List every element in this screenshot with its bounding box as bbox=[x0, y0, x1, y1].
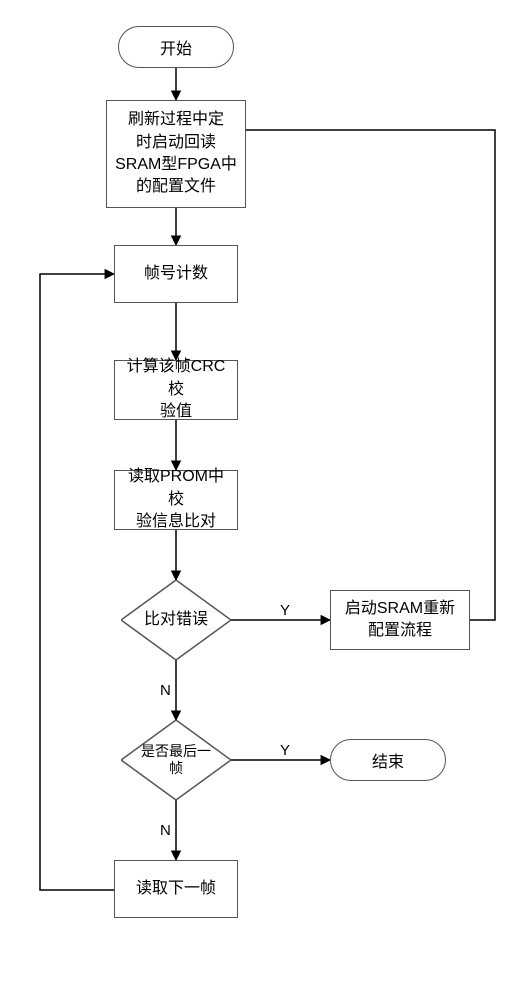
decision-compare-error: 比对错误 bbox=[121, 580, 231, 660]
process-prom-compare-label: 读取PROM中校 验信息比对 bbox=[121, 466, 231, 533]
process-crc-calc: 计算该帧CRC校 验值 bbox=[114, 360, 238, 420]
process-read-next-frame-label: 读取下一帧 bbox=[136, 878, 216, 900]
process-prom-compare: 读取PROM中校 验信息比对 bbox=[114, 470, 238, 530]
connector-layer bbox=[0, 0, 509, 1000]
start-label: 开始 bbox=[160, 35, 192, 59]
process-frame-count: 帧号计数 bbox=[114, 245, 238, 303]
decision-compare-error-label: 比对错误 bbox=[144, 610, 208, 629]
decision-last-frame-label: 是否最后一 帧 bbox=[141, 743, 211, 777]
end-terminator: 结束 bbox=[330, 739, 446, 781]
edge-d2-no: N bbox=[160, 822, 171, 839]
process-read-next-frame: 读取下一帧 bbox=[114, 860, 238, 918]
process-readback: 刷新过程中定 时启动回读 SRAM型FPGA中 的配置文件 bbox=[106, 100, 246, 208]
process-sram-reconfig: 启动SRAM重新 配置流程 bbox=[330, 590, 470, 650]
process-crc-calc-label: 计算该帧CRC校 验值 bbox=[121, 356, 231, 423]
process-sram-reconfig-label: 启动SRAM重新 配置流程 bbox=[345, 598, 455, 643]
decision-last-frame: 是否最后一 帧 bbox=[121, 720, 231, 800]
end-label: 结束 bbox=[372, 748, 404, 772]
process-readback-label: 刷新过程中定 时启动回读 SRAM型FPGA中 的配置文件 bbox=[115, 109, 237, 199]
flowchart-canvas: 开始 刷新过程中定 时启动回读 SRAM型FPGA中 的配置文件 帧号计数 计算… bbox=[0, 0, 509, 1000]
start-terminator: 开始 bbox=[118, 26, 234, 68]
edge-d2-yes: Y bbox=[280, 742, 290, 759]
process-frame-count-label: 帧号计数 bbox=[144, 263, 208, 285]
edge-d1-no: N bbox=[160, 682, 171, 699]
edge-d1-yes: Y bbox=[280, 602, 290, 619]
